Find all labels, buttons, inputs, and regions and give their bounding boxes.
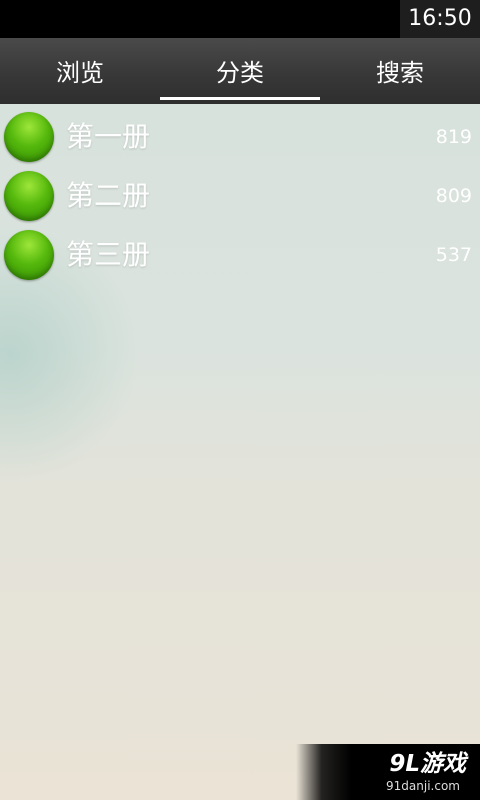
category-title: 第二册	[66, 179, 151, 212]
status-clock: 16:50	[400, 0, 480, 38]
list-item[interactable]: 第三册 537	[0, 226, 480, 284]
list-item[interactable]: 第二册 809	[0, 167, 480, 225]
tab-browse[interactable]: 浏览	[0, 38, 160, 104]
green-circle-icon	[4, 171, 54, 221]
category-count: 809	[435, 185, 472, 207]
green-circle-icon	[4, 112, 54, 162]
tab-categories-label: 分类	[216, 59, 264, 87]
list-item[interactable]: 第一册 819	[0, 108, 480, 166]
status-bar: 16:50	[0, 0, 480, 38]
active-tab-indicator	[160, 97, 320, 100]
category-title: 第三册	[66, 238, 151, 271]
category-list[interactable]: 第一册 819 第二册 809 第三册 537	[0, 104, 480, 800]
category-count: 819	[435, 126, 472, 148]
site-watermark: 9L游戏 91danji.com	[296, 744, 480, 800]
green-circle-icon	[4, 230, 54, 280]
tab-bar: 浏览 分类 搜索	[0, 38, 480, 104]
watermark-url: 91danji.com	[386, 779, 460, 793]
tab-browse-label: 浏览	[56, 59, 104, 87]
category-count: 537	[435, 244, 472, 266]
watermark-logo: 9L游戏	[389, 751, 466, 777]
category-title: 第一册	[66, 120, 151, 153]
tab-categories[interactable]: 分类	[160, 38, 320, 104]
tab-search[interactable]: 搜索	[320, 38, 480, 104]
tab-search-label: 搜索	[376, 59, 424, 87]
